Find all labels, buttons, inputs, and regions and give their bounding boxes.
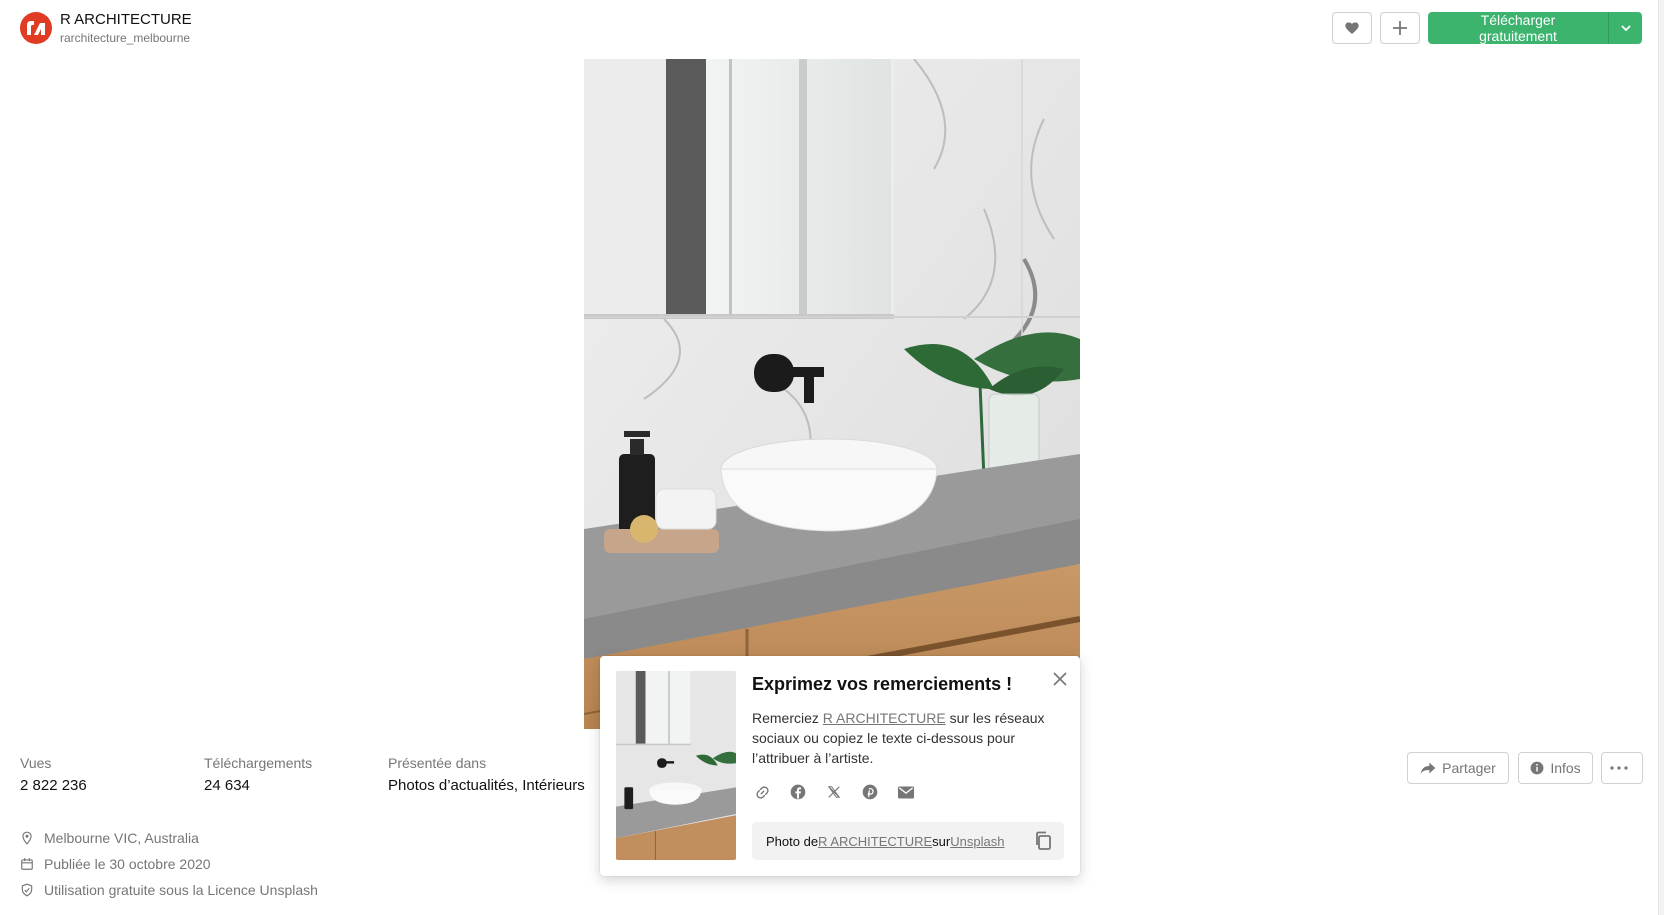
published-text: Publiée le 30 octobre 2020: [44, 856, 211, 872]
popup-thumbnail: [616, 671, 736, 860]
author-name[interactable]: R ARCHITECTURE: [60, 11, 192, 28]
share-label: Partager: [1442, 760, 1496, 776]
plus-icon: [1393, 21, 1407, 35]
license-row[interactable]: Utilisation gratuite sous la Licence Uns…: [20, 882, 318, 898]
popup-message: Remerciez R ARCHITECTURE sur les réseaux…: [752, 708, 1058, 768]
mail-icon: [898, 786, 914, 798]
chevron-down-icon: [1620, 25, 1631, 32]
x-logo-icon: [827, 786, 841, 798]
views-value: 2 822 236: [20, 777, 87, 794]
bathroom-vanity-photo: [584, 59, 1080, 729]
download-group: Télécharger gratuitement: [1428, 12, 1642, 44]
copy-icon: [1036, 831, 1051, 850]
download-options-button[interactable]: [1608, 12, 1642, 44]
ellipsis-icon: [1610, 766, 1628, 770]
close-icon: [1053, 672, 1067, 686]
like-button[interactable]: [1332, 12, 1372, 44]
bathroom-vanity-thumbnail: [616, 671, 736, 860]
calendar-icon: [21, 858, 33, 870]
info-icon: [1530, 761, 1544, 775]
info-label: Infos: [1550, 760, 1581, 776]
featured-label: Présentée dans: [388, 755, 487, 771]
attrib-mid: sur: [932, 833, 951, 849]
attrib-prefix: Photo de: [766, 833, 819, 849]
featured-value[interactable]: Photos d’actualités, Intérieurs: [388, 777, 585, 794]
facebook-share-button[interactable]: [788, 782, 808, 802]
location-row[interactable]: Melbourne VIC, Australia: [20, 830, 199, 846]
popup-body-prefix: Remerciez: [752, 710, 823, 726]
heart-icon: [1345, 22, 1359, 34]
attrib-site-link[interactable]: Unsplash: [950, 834, 1004, 849]
downloads-label: Téléchargements: [204, 755, 313, 771]
top-bar: R ARCHITECTURE rarchitecture_melbourne T…: [0, 0, 1664, 56]
pinterest-icon: [862, 784, 878, 800]
popup-author-link[interactable]: R ARCHITECTURE: [823, 710, 946, 726]
shield-check-icon: [21, 883, 33, 897]
attribution-popup: Exprimez vos remerciements ! Remerciez R…: [600, 656, 1080, 876]
copy-link-button[interactable]: [752, 782, 772, 802]
popup-title: Exprimez vos remerciements !: [752, 674, 1013, 694]
views-label: Vues: [20, 755, 52, 771]
more-actions-button[interactable]: [1601, 752, 1643, 784]
pinterest-share-button[interactable]: [860, 782, 880, 802]
link-icon: [755, 785, 769, 799]
email-share-button[interactable]: [896, 782, 916, 802]
main-photo[interactable]: [584, 59, 1080, 729]
attribution-text-box[interactable]: Photo de R ARCHITECTURE sur Unsplash: [752, 822, 1064, 860]
location-text: Melbourne VIC, Australia: [44, 830, 199, 846]
author-handle[interactable]: rarchitecture_melbourne: [60, 31, 190, 45]
close-popup-button[interactable]: [1049, 668, 1071, 690]
share-arrow-icon: [1420, 762, 1436, 774]
attrib-author-link[interactable]: R ARCHITECTURE: [818, 834, 932, 849]
avatar[interactable]: [20, 12, 52, 44]
published-row: Publiée le 30 octobre 2020: [20, 856, 211, 872]
info-button[interactable]: Infos: [1518, 752, 1593, 784]
r-architecture-logo-icon: [27, 21, 45, 35]
copy-attribution-button[interactable]: [1034, 831, 1054, 851]
add-to-collection-button[interactable]: [1380, 12, 1420, 44]
x-share-button[interactable]: [824, 782, 844, 802]
page-scrollbar[interactable]: [1658, 0, 1664, 915]
share-button[interactable]: Partager: [1407, 752, 1509, 784]
downloads-value: 24 634: [204, 777, 250, 794]
download-button[interactable]: Télécharger gratuitement: [1428, 12, 1608, 44]
license-text: Utilisation gratuite sous la Licence Uns…: [44, 882, 318, 898]
facebook-icon: [790, 784, 806, 800]
location-pin-icon: [22, 831, 32, 845]
